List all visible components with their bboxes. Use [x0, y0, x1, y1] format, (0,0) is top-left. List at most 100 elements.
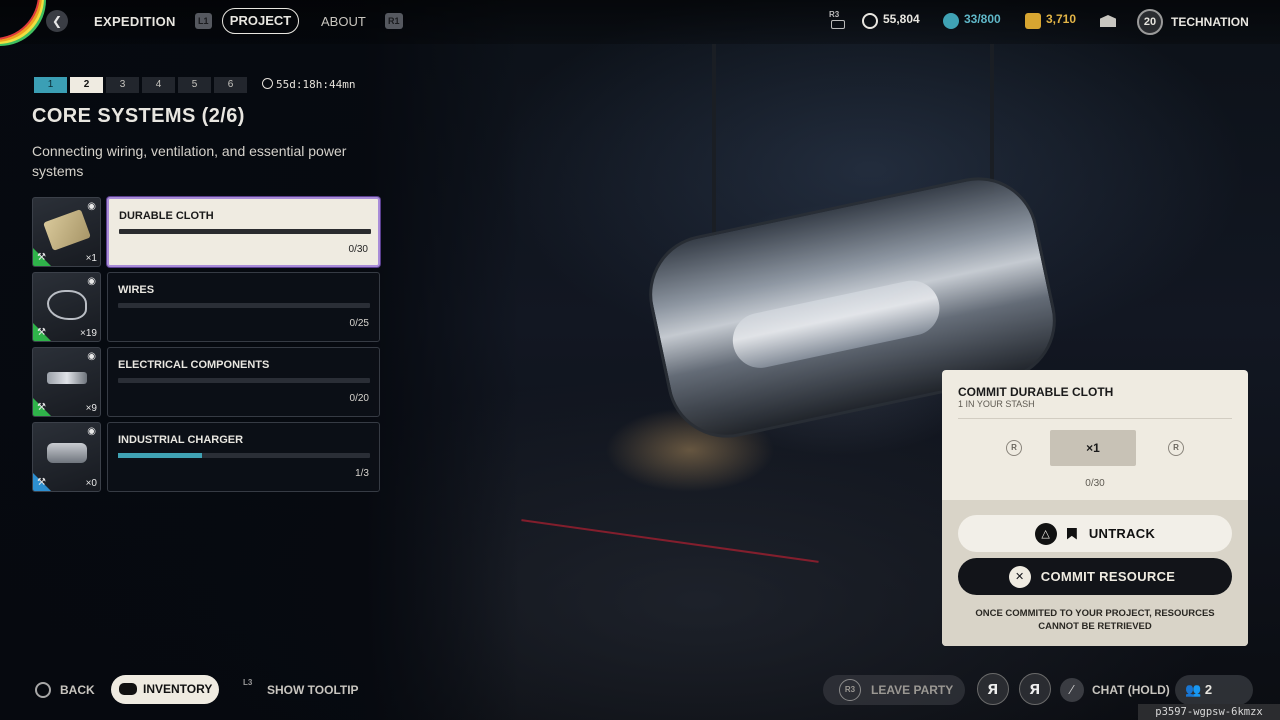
decrease-quantity-button[interactable]: R [1006, 440, 1022, 456]
project-step[interactable]: 5 [178, 77, 211, 93]
resource-count: 0/30 [348, 244, 368, 255]
wrench-icon: ⚒ [37, 252, 46, 263]
eye-icon[interactable]: ◉ [87, 351, 96, 362]
electrical-components-icon [47, 372, 87, 384]
commit-subtitle: 1 IN YOUR STASH [958, 399, 1035, 409]
commit-progress-count: 0/30 [1085, 478, 1105, 489]
resource-progress-bar [118, 378, 370, 383]
coin-icon [862, 13, 878, 29]
increase-quantity-button[interactable]: R [1168, 440, 1184, 456]
player-username[interactable]: TECHNATION [1171, 15, 1249, 29]
leave-party-button[interactable]: R3 LEAVE PARTY [823, 675, 965, 705]
party-icon: 👥 [1185, 682, 1202, 697]
warning-line: CANNOT BE RETRIEVED [1038, 621, 1152, 632]
bookmark-icon [1066, 527, 1077, 540]
resource-card[interactable]: DURABLE CLOTH 0/30 [107, 197, 380, 267]
resource-count: 1/3 [355, 468, 369, 479]
resource-row-electrical-components[interactable]: ◉ ⚒ ×9 ELECTRICAL COMPONENTS 0/20 [32, 347, 380, 417]
project-step[interactable]: 4 [142, 77, 175, 93]
top-bar [0, 0, 1280, 44]
resource-progress-bar [118, 303, 370, 308]
timer-value: 55d:18h:44mn [276, 78, 356, 91]
resource-row-industrial-charger[interactable]: ◉ ⚒ ×0 INDUSTRIAL CHARGER 1/3 [32, 422, 380, 492]
wrench-icon: ⚒ [37, 477, 46, 488]
emote-icon[interactable]: я [977, 673, 1009, 705]
resource-name: WIRES [118, 284, 155, 296]
touchpad-icon [119, 683, 137, 695]
back-button[interactable]: BACK [60, 683, 95, 697]
resource-card[interactable]: INDUSTRIAL CHARGER 1/3 [107, 422, 380, 492]
wrench-icon: ⚒ [37, 327, 46, 338]
resource-thumbnail: ◉ ⚒ ×1 [32, 197, 101, 267]
untrack-label: UNTRACK [1088, 526, 1156, 541]
network-icon [831, 20, 845, 29]
leave-party-label: LEAVE PARTY [871, 683, 954, 697]
divider [958, 418, 1232, 419]
resource-count: 0/20 [349, 393, 369, 404]
page-title: CORE SYSTEMS (2/6) [32, 105, 245, 127]
cloth-icon [43, 209, 91, 251]
stash-quantity: ×0 [85, 478, 97, 489]
eye-icon[interactable]: ◉ [87, 426, 96, 437]
r1-key-icon: R1 [385, 13, 403, 29]
inventory-label: INVENTORY [143, 682, 213, 696]
resource-row-durable-cloth[interactable]: ◉ ⚒ ×1 DURABLE CLOTH 0/30 [32, 197, 380, 267]
page-description: Connecting wiring, ventilation, and esse… [32, 143, 347, 179]
commit-warning: ONCE COMMITED TO YOUR PROJECT, RESOURCES… [942, 607, 1248, 633]
cross-button-icon: ✕ [1008, 565, 1031, 588]
resource-name: INDUSTRIAL CHARGER [118, 434, 244, 446]
hanging-cable [990, 44, 994, 194]
project-step[interactable]: 2 [70, 77, 103, 93]
resource-progress-bar [119, 229, 371, 234]
wires-icon [47, 290, 87, 320]
session-id: p3597-wgpsw-6kmzx [1138, 704, 1280, 720]
token-icon [1025, 13, 1041, 29]
eye-icon[interactable]: ◉ [87, 201, 96, 212]
inventory-button[interactable]: INVENTORY [111, 675, 219, 704]
progress-fill [118, 453, 202, 458]
resource-name: DURABLE CLOTH [119, 210, 214, 222]
l3-key-icon: L3 [243, 678, 253, 687]
clock-icon [262, 78, 273, 89]
tab-project[interactable]: PROJECT [222, 8, 299, 34]
emote-selected-icon[interactable]: я [1019, 673, 1051, 705]
chat-icon[interactable]: ⁄ [1060, 678, 1084, 702]
resource-card[interactable]: WIRES 0/25 [107, 272, 380, 342]
tab-expedition[interactable]: EXPEDITION [94, 14, 176, 29]
hanging-cable [712, 44, 716, 244]
commit-resource-label: COMMIT RESOURCE [1040, 569, 1176, 584]
commit-resource-panel: COMMIT DURABLE CLOTH 1 IN YOUR STASH R ×… [942, 370, 1248, 646]
stash-quantity: ×9 [85, 403, 97, 414]
project-step[interactable]: 6 [214, 77, 247, 93]
show-tooltip-button[interactable]: SHOW TOOLTIP [267, 683, 359, 697]
r3-key-icon: R3 [829, 10, 840, 19]
project-step[interactable]: 3 [106, 77, 139, 93]
tab-about[interactable]: ABOUT [321, 14, 366, 29]
resource-thumbnail: ◉ ⚒ ×0 [32, 422, 101, 492]
eye-icon[interactable]: ◉ [87, 276, 96, 287]
warning-line: ONCE COMMITED TO YOUR PROJECT, RESOURCES [975, 608, 1215, 619]
r3-key-icon: R3 [839, 679, 861, 701]
project-step[interactable]: 1 [34, 77, 67, 93]
resource-name: ELECTRICAL COMPONENTS [118, 359, 270, 371]
chat-hold-label: CHAT (HOLD) [1092, 683, 1170, 697]
stash-capacity: 33/800 [964, 12, 1001, 26]
resource-card[interactable]: ELECTRICAL COMPONENTS 0/20 [107, 347, 380, 417]
commit-resource-button[interactable]: ✕ COMMIT RESOURCE [958, 558, 1232, 595]
resource-row-wires[interactable]: ◉ ⚒ ×19 WIRES 0/25 [32, 272, 380, 342]
stash-icon [943, 13, 959, 29]
stash-quantity: ×1 [85, 253, 97, 264]
l1-key-icon: L1 [195, 13, 212, 29]
party-members-button[interactable]: 👥 2 [1175, 675, 1253, 705]
commit-title: COMMIT DURABLE CLOTH [958, 385, 1114, 399]
triangle-button-icon: △ [1034, 522, 1057, 545]
untrack-button[interactable]: △ UNTRACK [958, 515, 1232, 552]
coin-balance: 55,804 [883, 12, 920, 26]
charger-icon [47, 443, 87, 463]
resource-count: 0/25 [349, 318, 369, 329]
chevron-left-icon[interactable]: ❮ [46, 10, 68, 32]
commit-quantity[interactable]: ×1 [1050, 430, 1136, 466]
resource-thumbnail: ◉ ⚒ ×9 [32, 347, 101, 417]
party-count: 2 [1204, 682, 1213, 697]
player-level-badge: 20 [1137, 9, 1163, 35]
